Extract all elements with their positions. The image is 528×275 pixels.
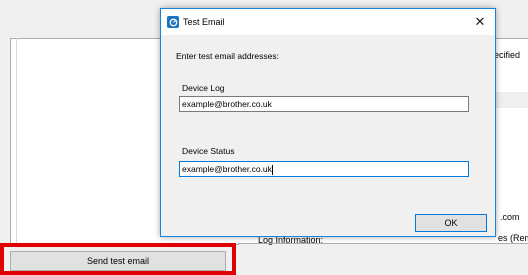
device-log-email-field[interactable]: example@brother.co.uk xyxy=(179,96,469,112)
device-status-email-value: example@brother.co.uk xyxy=(182,164,272,174)
text-caret xyxy=(271,164,273,175)
device-status-label: Device Status xyxy=(182,146,235,156)
background-text-com: .com xyxy=(500,212,520,222)
dialog-title: Test Email xyxy=(183,17,225,27)
list-divider xyxy=(16,38,17,243)
dialog-titlebar[interactable]: Test Email ✕ xyxy=(161,9,495,35)
dialog-instruction: Enter test email addresses: xyxy=(176,51,279,61)
app-icon xyxy=(167,16,179,28)
highlight-box xyxy=(0,243,236,275)
device-status-email-field[interactable]: example@brother.co.uk xyxy=(179,161,469,177)
test-email-dialog: Test Email ✕ Enter test email addresses:… xyxy=(160,8,496,237)
device-log-email-value: example@brother.co.uk xyxy=(182,99,272,109)
background-text-remarks: es (Rema xyxy=(498,233,528,243)
device-log-label: Device Log xyxy=(182,83,225,93)
background-text-specified: ecified xyxy=(494,50,521,60)
panel-bottom-border xyxy=(238,243,528,244)
ok-button[interactable]: OK xyxy=(415,214,487,232)
close-icon[interactable]: ✕ xyxy=(467,11,493,33)
